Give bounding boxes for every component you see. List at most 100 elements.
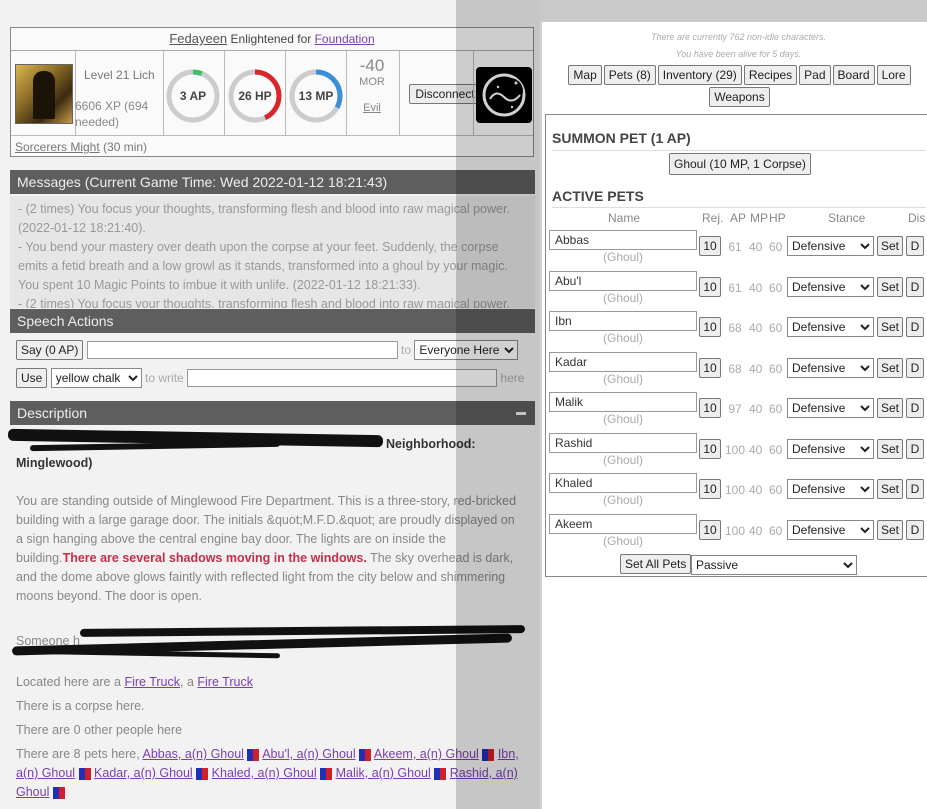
say-input[interactable] <box>86 341 398 359</box>
pet-rejuvenate-button[interactable]: 10 <box>699 398 721 418</box>
faction-link[interactable]: Foundation <box>315 32 375 46</box>
character-xp: 6606 XP (694 needed) <box>75 99 149 129</box>
pets-prefix: There are 8 pets here, <box>16 747 140 761</box>
active-pets-title: ACTIVE PETS <box>552 188 644 204</box>
pet-set-button[interactable]: Set <box>877 398 903 418</box>
morality-label: MOR <box>359 76 385 88</box>
pet-stance-select[interactable]: Defensive <box>787 317 874 337</box>
pet-link-kadar[interactable]: Kadar, a(n) Ghoul <box>94 766 193 780</box>
fire-truck-link[interactable]: Fire Truck <box>124 675 180 689</box>
pet-rejuvenate-button[interactable]: 10 <box>699 479 721 499</box>
ap-value: 3 AP <box>179 89 207 103</box>
pet-hp: 60 <box>769 523 783 538</box>
say-button[interactable]: Say (0 AP) <box>16 340 84 360</box>
flag-icon <box>196 767 209 780</box>
located-line: Located here are a Fire Truck, a Fire Tr… <box>16 673 524 692</box>
col-dis: Dis <box>908 211 926 225</box>
pet-hp: 60 <box>769 483 783 497</box>
pet-link-abul[interactable]: Abu'l, a(n) Ghoul <box>262 747 355 761</box>
message-item: - You bend your mastery over death upon … <box>18 240 508 292</box>
pet-kind: (Ghoul) <box>602 493 643 507</box>
pet-link-abbas[interactable]: Abbas, a(n) Ghoul <box>142 747 243 761</box>
set-all-stance-select[interactable]: Passive <box>691 555 857 575</box>
character-name-link[interactable]: Fedayeen <box>169 31 227 46</box>
pet-set-button[interactable]: Set <box>877 357 903 378</box>
col-name: Name <box>608 211 641 225</box>
pet-dismiss-button[interactable]: D <box>906 357 924 378</box>
pet-set-button[interactable]: Set <box>877 276 903 297</box>
pet-name-field[interactable]: Akeem <box>549 513 697 534</box>
description-highlight: There are several shadows moving in the … <box>62 551 367 565</box>
pet-set-button[interactable]: Set <box>877 236 903 256</box>
pet-ap: 61 <box>728 240 742 254</box>
pet-rejuvenate-button[interactable]: 10 <box>699 317 721 337</box>
col-rej: Rej. <box>702 211 724 225</box>
pet-name-field[interactable]: Ibn <box>549 311 697 331</box>
use-button[interactable]: Use <box>16 368 48 388</box>
pet-stance-select[interactable]: Defensive <box>787 236 874 256</box>
pet-dismiss-button[interactable]: D <box>906 479 924 499</box>
pet-stance-select[interactable]: Defensive <box>787 479 874 499</box>
pet-rejuvenate-button[interactable]: 10 <box>699 519 721 540</box>
pet-set-button[interactable]: Set <box>877 438 903 459</box>
nav-pets-button[interactable]: Pets (8) <box>603 65 656 85</box>
pet-ap: 97 <box>728 402 742 416</box>
pet-row: Khaled (Ghoul) 10 100 40 60 Defensive Set D <box>546 473 927 513</box>
nav-recipes-button[interactable]: Recipes <box>743 65 798 85</box>
pet-stance-select[interactable]: Defensive <box>787 438 874 459</box>
write-input[interactable] <box>187 369 498 387</box>
pet-name-field[interactable]: Abbas <box>549 230 697 250</box>
pet-mp: 40 <box>749 361 763 376</box>
pet-stance-select[interactable]: Defensive <box>787 357 874 378</box>
nav-map-button[interactable]: Map <box>568 65 602 85</box>
pet-set-button[interactable]: Set <box>877 479 903 499</box>
pet-dismiss-button[interactable]: D <box>906 519 924 540</box>
pet-link-khaled[interactable]: Khaled, a(n) Ghoul <box>212 766 317 780</box>
pet-rejuvenate-button[interactable]: 10 <box>699 357 721 378</box>
pet-set-button[interactable]: Set <box>877 519 903 540</box>
pet-rejuvenate-button[interactable]: 10 <box>699 438 721 459</box>
pet-dismiss-button[interactable]: D <box>906 317 924 337</box>
pet-stance-select[interactable]: Defensive <box>787 276 874 297</box>
pet-hp: 60 <box>769 280 783 295</box>
pet-name-field[interactable]: Rashid <box>549 432 697 453</box>
nav-board-button[interactable]: Board <box>832 65 875 85</box>
pet-set-button[interactable]: Set <box>877 317 903 337</box>
nav-weapons-button[interactable]: Weapons <box>709 87 770 107</box>
pet-rejuvenate-button[interactable]: 10 <box>699 276 721 297</box>
buff-link[interactable]: Sorcerers Might <box>15 140 100 154</box>
pet-hp: 60 <box>769 321 783 335</box>
nav-pad-button[interactable]: Pad <box>799 65 831 85</box>
pet-kind: (Ghoul) <box>602 533 643 548</box>
set-all-pets-button[interactable]: Set All Pets <box>620 554 692 574</box>
message-item: - (2 times) You focus your thoughts, tra… <box>18 297 510 308</box>
use-item-select[interactable]: yellow chalk <box>50 368 142 388</box>
nav-lore-button[interactable]: Lore <box>876 65 911 85</box>
overlay-strip <box>456 0 542 809</box>
buff-duration: (30 min) <box>103 140 148 154</box>
pet-rejuvenate-button[interactable]: 10 <box>699 236 721 256</box>
pet-stance-select[interactable]: Defensive <box>787 519 874 540</box>
col-ap: AP <box>730 211 747 225</box>
pet-ap: 68 <box>728 321 742 335</box>
pet-name-field[interactable]: Khaled <box>549 473 697 493</box>
pet-dismiss-button[interactable]: D <box>906 276 924 297</box>
pet-name-field[interactable]: Kadar <box>549 351 697 372</box>
fire-truck-link[interactable]: Fire Truck <box>197 675 253 689</box>
alignment-link[interactable]: Evil <box>357 102 387 114</box>
pet-dismiss-button[interactable]: D <box>906 236 924 256</box>
pet-name-field[interactable]: Abu'l <box>549 270 697 291</box>
pet-dismiss-button[interactable]: D <box>906 438 924 459</box>
summon-ghoul-button[interactable]: Ghoul (10 MP, 1 Corpse) <box>669 153 811 175</box>
nav-inventory-button[interactable]: Inventory (29) <box>657 65 742 85</box>
pet-kind: (Ghoul) <box>602 290 643 305</box>
col-hp: HP <box>769 211 786 225</box>
say-row: Say (0 AP) to Everyone Here <box>16 340 519 360</box>
pet-link-malik[interactable]: Malik, a(n) Ghoul <box>336 766 431 780</box>
morality-block: -40 MOR Evil <box>357 56 387 114</box>
pet-stance-select[interactable]: Defensive <box>787 398 874 418</box>
pet-dismiss-button[interactable]: D <box>906 398 924 418</box>
flag-icon <box>359 748 372 761</box>
pet-name-field[interactable]: Malik <box>549 392 697 412</box>
character-title: Fedayeen Enlightened for Foundation <box>11 28 533 51</box>
